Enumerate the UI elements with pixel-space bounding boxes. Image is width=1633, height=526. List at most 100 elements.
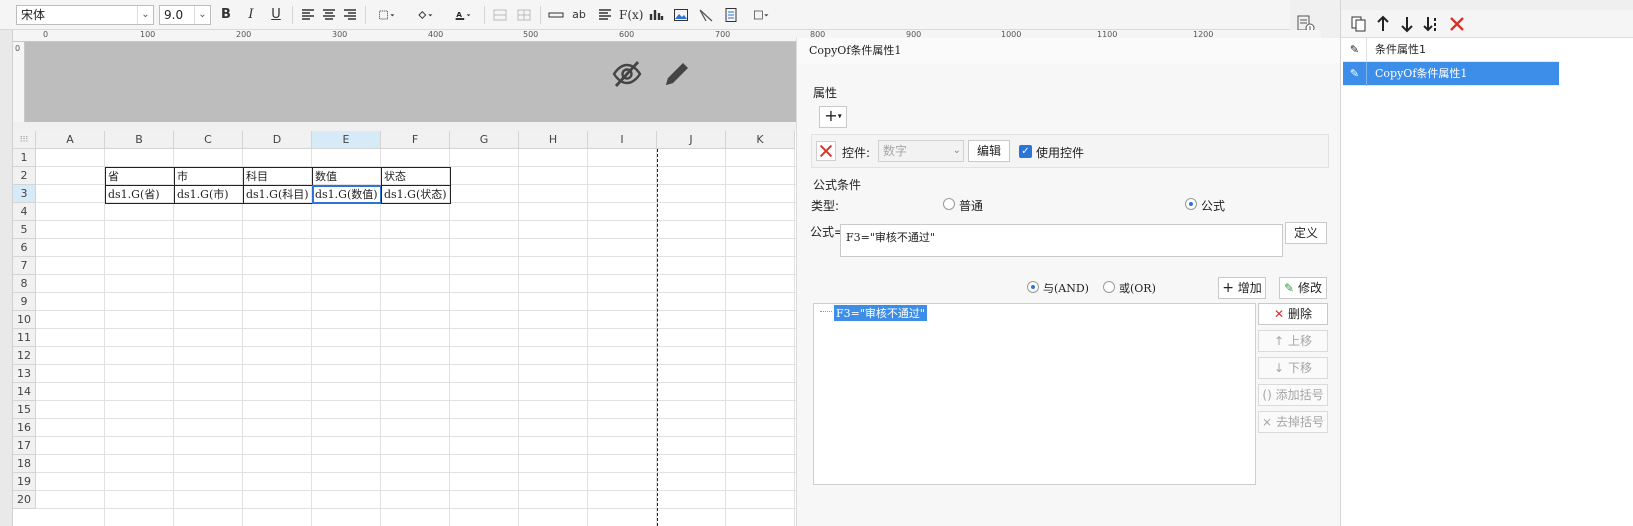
- move-up-button[interactable]: ↑ 上移: [1258, 330, 1328, 352]
- edit-header-button[interactable]: [661, 58, 693, 90]
- condition-tree[interactable]: F3="审核不通过": [813, 303, 1256, 485]
- row-header[interactable]: 14: [13, 383, 36, 401]
- column-header-selected[interactable]: E: [312, 131, 381, 149]
- cell-b2[interactable]: 省: [105, 167, 175, 186]
- row-header[interactable]: 15: [13, 401, 36, 419]
- cell-b3[interactable]: ds1.G(省): [105, 185, 175, 204]
- font-color-button[interactable]: A: [447, 5, 479, 25]
- image-button[interactable]: [671, 5, 691, 25]
- move-condition-down-button[interactable]: [1397, 14, 1417, 34]
- copy-condition-button[interactable]: [1349, 14, 1369, 34]
- move-condition-up-button[interactable]: [1373, 14, 1393, 34]
- column-header[interactable]: G: [450, 131, 519, 149]
- merge-cells-button[interactable]: [490, 5, 510, 25]
- bold-button[interactable]: B: [216, 5, 236, 25]
- row-header[interactable]: 10: [13, 311, 36, 329]
- row-header[interactable]: 8: [13, 275, 36, 293]
- font-size-select[interactable]: 9.0 ⌄: [159, 5, 211, 25]
- column-header[interactable]: B: [105, 131, 174, 149]
- row-header[interactable]: 12: [13, 347, 36, 365]
- row-header[interactable]: 5: [13, 221, 36, 239]
- row-header[interactable]: 6: [13, 239, 36, 257]
- delete-condition-button[interactable]: ✕ 删除: [1258, 303, 1328, 325]
- row-header[interactable]: 11: [13, 329, 36, 347]
- cell-e2[interactable]: 数值: [312, 167, 382, 186]
- arrow-up-icon: [1377, 15, 1389, 31]
- frame-button[interactable]: [746, 5, 776, 25]
- formula-text: F3="审核不通过": [846, 231, 935, 244]
- type-label: 类型:: [811, 199, 840, 213]
- use-widget-checkbox[interactable]: ✓: [1019, 145, 1032, 158]
- align-right-button[interactable]: [340, 5, 360, 25]
- row-header[interactable]: 19: [13, 473, 36, 491]
- column-header[interactable]: J: [657, 131, 726, 149]
- remove-condition-button[interactable]: [1447, 14, 1467, 34]
- move-down-button[interactable]: ↓ 下移: [1258, 357, 1328, 379]
- delete-property-button[interactable]: [816, 141, 836, 161]
- align-center-button[interactable]: [319, 5, 339, 25]
- row-header-selected[interactable]: 3: [13, 185, 36, 203]
- condition-list-item-selected[interactable]: ✎ CopyOf条件属性1: [1343, 62, 1559, 86]
- slash-button[interactable]: [696, 5, 716, 25]
- column-header[interactable]: A: [36, 131, 105, 149]
- cell-f2[interactable]: 状态: [381, 167, 451, 186]
- add-condition-button[interactable]: + 增加: [1218, 277, 1266, 299]
- move-condition-bottom-button[interactable]: [1421, 14, 1441, 34]
- edit-widget-button[interactable]: 编辑: [968, 140, 1010, 162]
- condition-list-item[interactable]: ✎ 条件属性1: [1343, 38, 1559, 62]
- hide-button[interactable]: [611, 58, 643, 90]
- row-header[interactable]: 1: [13, 149, 36, 167]
- spreadsheet-grid[interactable]: ⁝⁝⁝ A B C D E F G H I J K 1 2 3 4 5 6 7 …: [13, 131, 821, 526]
- remove-bracket-button[interactable]: ⨯ 去掉括号: [1258, 411, 1328, 433]
- chart-button[interactable]: [646, 5, 666, 25]
- cell-c2[interactable]: 市: [174, 167, 244, 186]
- type-formula-radio[interactable]: [1185, 198, 1197, 210]
- modify-condition-button[interactable]: ✎ 修改: [1279, 277, 1327, 299]
- text-lines-icon: [599, 9, 611, 20]
- cell-f3[interactable]: ds1.G(状态): [381, 185, 451, 204]
- font-name-select[interactable]: 宋体 ⌄: [16, 5, 154, 25]
- row-header[interactable]: 17: [13, 437, 36, 455]
- edit-icon: ✎: [1284, 281, 1295, 295]
- column-header[interactable]: K: [726, 131, 795, 149]
- column-header[interactable]: I: [588, 131, 657, 149]
- column-header[interactable]: F: [381, 131, 450, 149]
- widget-type-select[interactable]: 数字 ⌄: [878, 140, 964, 162]
- row-header[interactable]: 18: [13, 455, 36, 473]
- split-cells-button[interactable]: [514, 5, 534, 25]
- row-header[interactable]: 20: [13, 491, 36, 509]
- logic-or-radio[interactable]: [1103, 281, 1115, 293]
- text-align-button[interactable]: [595, 5, 615, 25]
- border-button[interactable]: [372, 5, 402, 25]
- cell-d3[interactable]: ds1.G(科目): [243, 185, 313, 204]
- formula-input[interactable]: F3="审核不通过": [840, 224, 1283, 257]
- logic-and-radio[interactable]: [1027, 281, 1039, 293]
- column-header[interactable]: C: [174, 131, 243, 149]
- fill-color-button[interactable]: [410, 5, 440, 25]
- define-button[interactable]: 定义: [1285, 222, 1327, 244]
- formula-button[interactable]: F(x): [619, 5, 643, 25]
- row-header[interactable]: 13: [13, 365, 36, 383]
- row-header[interactable]: 4: [13, 203, 36, 221]
- row-header[interactable]: 16: [13, 419, 36, 437]
- type-normal-radio[interactable]: [943, 198, 955, 210]
- row-header[interactable]: 7: [13, 257, 36, 275]
- cell-d2[interactable]: 科目: [243, 167, 313, 186]
- add-bracket-button[interactable]: () 添加括号: [1258, 384, 1328, 406]
- wrap-button[interactable]: [546, 5, 566, 25]
- cell-e3-selected[interactable]: ds1.G(数值): [312, 185, 382, 204]
- column-header[interactable]: H: [519, 131, 588, 149]
- row-header[interactable]: 9: [13, 293, 36, 311]
- select-all-corner[interactable]: ⁝⁝⁝: [13, 131, 36, 149]
- font-size-value: 9.0: [164, 8, 184, 22]
- italic-button[interactable]: I: [241, 5, 261, 25]
- text-ab-button[interactable]: ab: [569, 5, 589, 25]
- align-left-button[interactable]: [298, 5, 318, 25]
- subreport-button[interactable]: [721, 5, 741, 25]
- cell-c3[interactable]: ds1.G(市): [174, 185, 244, 204]
- column-header[interactable]: D: [243, 131, 312, 149]
- row-header[interactable]: 2: [13, 167, 36, 185]
- condition-item-selected[interactable]: F3="审核不通过": [834, 305, 927, 321]
- add-property-button[interactable]: +▾: [819, 106, 847, 128]
- underline-button[interactable]: U: [266, 5, 286, 25]
